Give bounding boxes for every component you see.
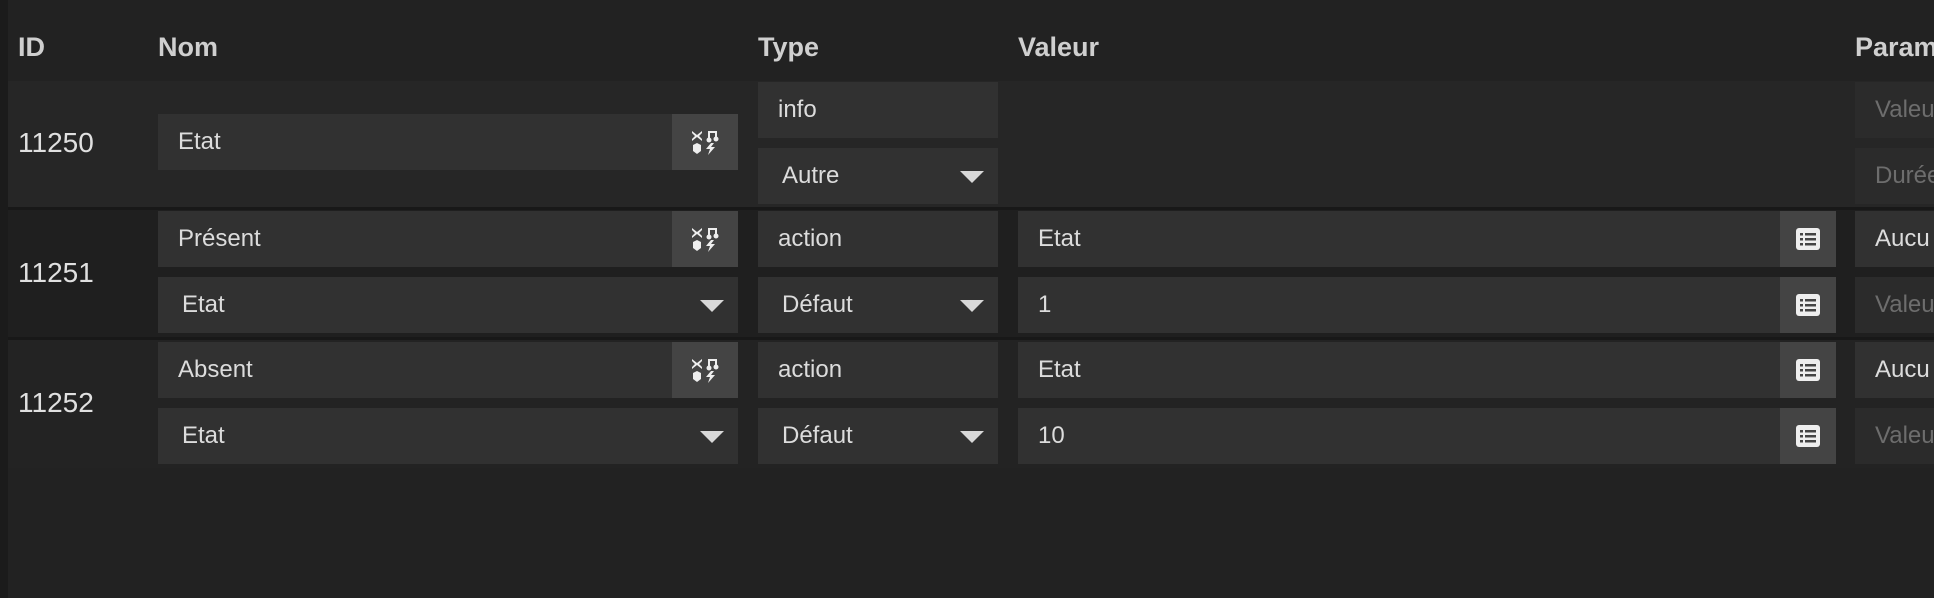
list-icon: [1796, 228, 1820, 250]
value-list-button[interactable]: [1780, 342, 1836, 398]
column-header-type: Type: [758, 32, 820, 62]
commands-table: ID Nom Type Valeur Param 11250 Etat info…: [0, 0, 1934, 598]
list-icon: [1796, 359, 1820, 381]
value-info-input[interactable]: Etat: [1018, 211, 1836, 267]
param-select[interactable]: Aucu: [1855, 211, 1934, 267]
icon-selector-icon: [692, 131, 719, 155]
icon-selector-button[interactable]: [672, 342, 738, 398]
param-value-input[interactable]: Valeu: [1855, 82, 1934, 138]
icon-selector-icon: [692, 359, 719, 383]
command-type-field: info: [758, 82, 998, 138]
list-icon: [1796, 425, 1820, 447]
command-subtype-select[interactable]: Défaut: [758, 277, 998, 333]
command-id: 11250: [18, 127, 94, 158]
linked-info-select[interactable]: Etat: [158, 408, 738, 464]
param-value-input[interactable]: Valeu: [1855, 277, 1934, 333]
command-name-input[interactable]: Absent: [158, 342, 738, 398]
column-header-id: ID: [18, 32, 45, 62]
command-type-field: action: [758, 342, 998, 398]
command-type-field: action: [758, 211, 998, 267]
command-id: 11251: [18, 257, 94, 288]
value-info-input[interactable]: Etat: [1018, 342, 1836, 398]
command-subtype-select[interactable]: Autre: [758, 148, 998, 204]
list-icon: [1796, 294, 1820, 316]
value-list-button[interactable]: [1780, 408, 1836, 464]
column-header-nom: Nom: [158, 32, 218, 62]
command-id: 11252: [18, 387, 94, 418]
param-duration-input[interactable]: Durée: [1855, 148, 1934, 204]
command-name-input[interactable]: Etat: [158, 114, 738, 170]
linked-info-select[interactable]: Etat: [158, 277, 738, 333]
icon-selector-button[interactable]: [672, 211, 738, 267]
value-list-button[interactable]: [1780, 277, 1836, 333]
value-input[interactable]: 1: [1018, 277, 1836, 333]
command-subtype-select[interactable]: Défaut: [758, 408, 998, 464]
param-select[interactable]: Aucu: [1855, 342, 1934, 398]
value-list-button[interactable]: [1780, 211, 1836, 267]
param-value-input[interactable]: Valeu: [1855, 408, 1934, 464]
command-name-input[interactable]: Présent: [158, 211, 738, 267]
icon-selector-button[interactable]: [672, 114, 738, 170]
value-input[interactable]: 10: [1018, 408, 1836, 464]
column-header-param: Param: [1855, 32, 1934, 62]
left-border: [0, 0, 8, 598]
icon-selector-icon: [692, 228, 719, 252]
column-header-valeur: Valeur: [1018, 32, 1100, 62]
